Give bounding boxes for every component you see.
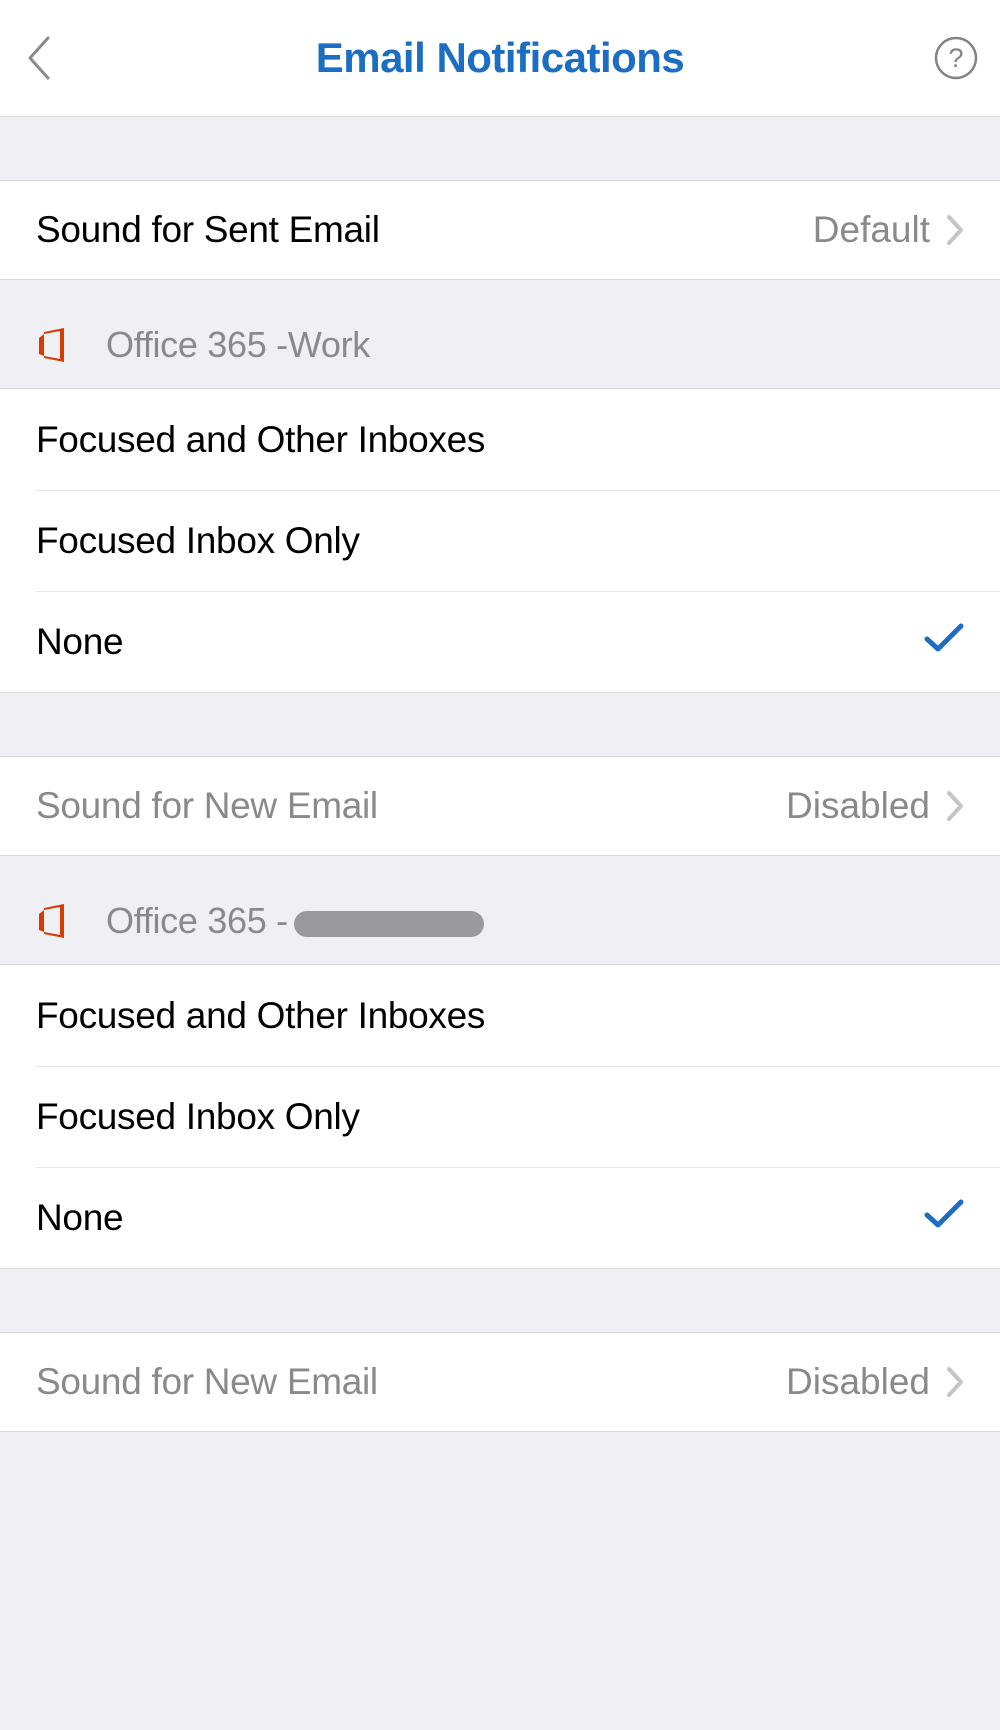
chevron-right-icon: [946, 790, 964, 822]
office-icon: [36, 902, 74, 940]
account-header-2: Office 365 -: [0, 856, 1000, 965]
page-title: Email Notifications: [0, 34, 1000, 82]
chevron-right-icon: [946, 1366, 964, 1398]
sound-new-row-1[interactable]: Sound for New Email Disabled: [0, 756, 1000, 856]
account-name-2: Office 365 -: [106, 900, 484, 942]
option-label: Focused Inbox Only: [36, 1096, 360, 1138]
sound-sent-row[interactable]: Sound for Sent Email Default: [0, 180, 1000, 280]
svg-text:?: ?: [948, 43, 963, 73]
option-group-1: Focused and Other Inboxes Focused Inbox …: [0, 389, 1000, 693]
option-label: Focused Inbox Only: [36, 520, 360, 562]
option-both-2[interactable]: Focused and Other Inboxes: [0, 965, 1000, 1066]
option-both-1[interactable]: Focused and Other Inboxes: [0, 389, 1000, 490]
option-focused-1[interactable]: Focused Inbox Only: [0, 490, 1000, 591]
option-label: None: [36, 1197, 123, 1239]
sound-sent-value: Default: [813, 209, 930, 251]
account-name-1: Office 365 - Work: [106, 324, 370, 366]
option-group-2: Focused and Other Inboxes Focused Inbox …: [0, 965, 1000, 1269]
checkmark-icon: [924, 621, 964, 663]
spacer: [0, 117, 1000, 180]
sound-sent-label: Sound for Sent Email: [36, 209, 380, 251]
option-label: Focused and Other Inboxes: [36, 419, 485, 461]
sound-new-value: Disabled: [786, 785, 930, 827]
option-label: Focused and Other Inboxes: [36, 995, 485, 1037]
redacted-text: [294, 911, 484, 937]
help-button[interactable]: ?: [934, 36, 978, 80]
account-header-1: Office 365 - Work: [0, 280, 1000, 389]
navbar: Email Notifications ?: [0, 0, 1000, 117]
option-none-2[interactable]: None: [0, 1167, 1000, 1268]
sound-new-row-2[interactable]: Sound for New Email Disabled: [0, 1332, 1000, 1432]
back-button[interactable]: [18, 33, 58, 83]
option-label: None: [36, 621, 123, 663]
chevron-left-icon: [24, 34, 52, 82]
sound-new-value: Disabled: [786, 1361, 930, 1403]
gap: [0, 1269, 1000, 1332]
checkmark-icon: [924, 1197, 964, 1239]
help-icon: ?: [934, 36, 978, 80]
gap: [0, 693, 1000, 756]
chevron-right-icon: [946, 214, 964, 246]
sound-new-label: Sound for New Email: [36, 785, 378, 827]
option-none-1[interactable]: None: [0, 591, 1000, 692]
office-icon: [36, 326, 74, 364]
sound-new-label: Sound for New Email: [36, 1361, 378, 1403]
option-focused-2[interactable]: Focused Inbox Only: [0, 1066, 1000, 1167]
